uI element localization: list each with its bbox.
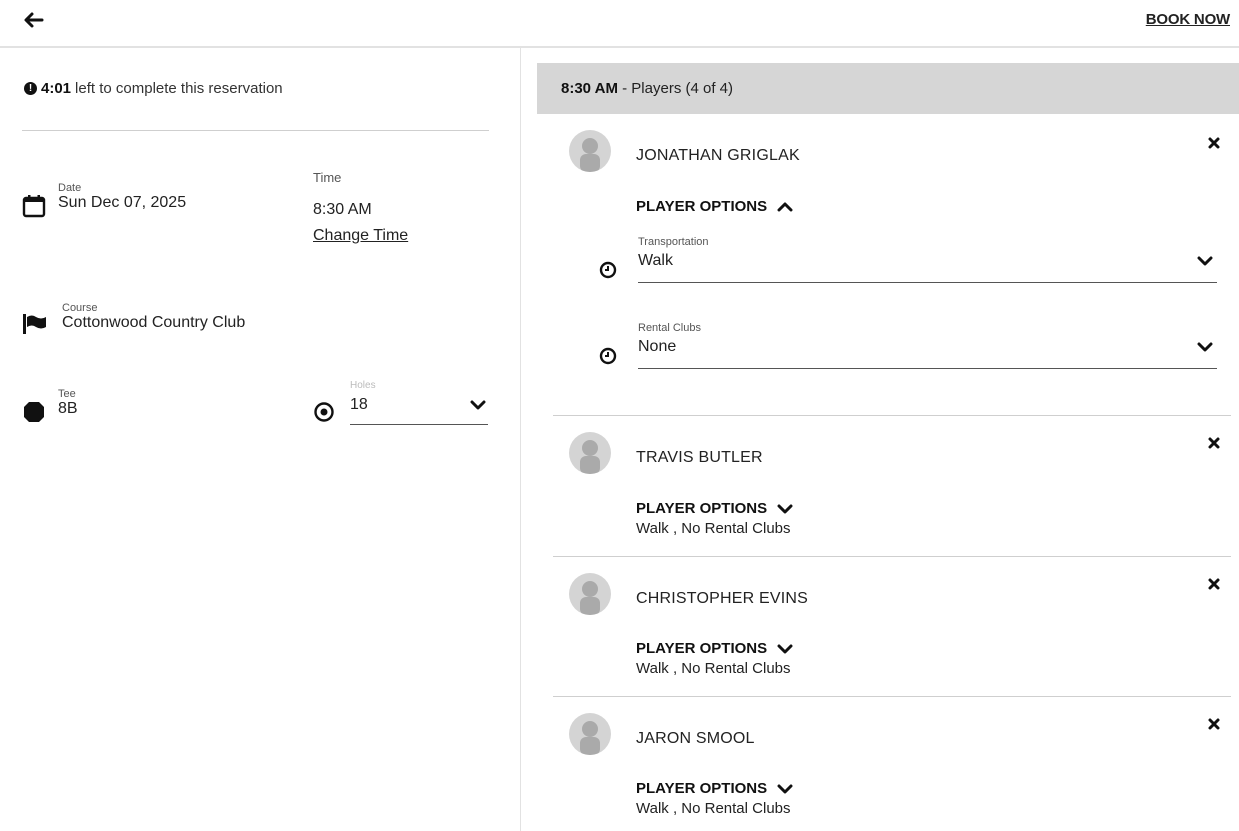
players-count: - Players (4 of 4) <box>622 80 734 97</box>
players-header: 8:30 AM - Players (4 of 4) <box>537 63 1239 114</box>
player-options-summary: Walk , No Rental Clubs <box>636 520 791 537</box>
player-options-label: PLAYER OPTIONS <box>636 198 768 215</box>
course-field: Course Cottonwood Country Club <box>22 302 245 336</box>
flag-icon <box>23 314 46 334</box>
divider <box>553 556 1231 557</box>
player-options-label: PLAYER OPTIONS <box>636 780 768 797</box>
player-options-summary: Walk , No Rental Clubs <box>636 800 791 817</box>
tee-label: Tee <box>58 388 76 400</box>
close-icon[interactable] <box>1207 136 1221 150</box>
player-options-toggle[interactable]: PLAYER OPTIONS <box>636 640 793 657</box>
chevron-down-icon <box>470 400 486 410</box>
holes-value: 18 <box>350 396 368 413</box>
time-field: Time 8:30 AM <box>313 170 372 219</box>
chevron-down-icon <box>777 784 793 793</box>
calendar-icon <box>22 195 46 218</box>
tee-field: Tee 8B <box>22 388 78 424</box>
avatar <box>569 130 611 172</box>
transportation-label: Transportation <box>638 236 709 248</box>
close-icon[interactable] <box>1207 717 1221 731</box>
holes-select[interactable]: Holes 18 <box>350 380 488 425</box>
divider <box>553 415 1231 416</box>
avatar <box>569 573 611 615</box>
player-name: JONATHAN GRIGLAK <box>636 147 800 164</box>
chevron-down-icon <box>777 644 793 653</box>
rental-clubs-select[interactable]: Rental Clubs None <box>638 322 1217 369</box>
close-icon[interactable] <box>1207 436 1221 450</box>
chevron-down-icon <box>1197 342 1213 352</box>
player-options-toggle[interactable]: PLAYER OPTIONS <box>636 500 793 517</box>
clock-icon <box>599 347 617 365</box>
rental-clubs-label: Rental Clubs <box>638 322 701 334</box>
date-value: Sun Dec 07, 2025 <box>58 194 187 211</box>
rental-clubs-value: None <box>638 338 677 355</box>
avatar <box>569 713 611 755</box>
player-card: TRAVIS BUTLER PLAYER OPTIONS Walk , No R… <box>553 432 1231 552</box>
transportation-value: Walk <box>638 252 673 269</box>
player-options-label: PLAYER OPTIONS <box>636 640 768 657</box>
course-value: Cottonwood Country Club <box>62 314 246 331</box>
player-options-summary: Walk , No Rental Clubs <box>636 660 791 677</box>
player-name: JARON SMOOL <box>636 730 755 747</box>
date-field: Date Sun Dec 07, 2025 <box>22 182 186 218</box>
divider <box>553 696 1231 697</box>
octagon-icon <box>24 402 44 422</box>
timer-text: left to complete this reservation <box>75 80 283 97</box>
player-options-toggle[interactable]: PLAYER OPTIONS <box>636 198 793 215</box>
player-card: JARON SMOOL PLAYER OPTIONS Walk , No Ren… <box>553 713 1231 831</box>
back-arrow-icon[interactable] <box>22 10 44 30</box>
column-divider <box>520 48 521 831</box>
chevron-down-icon <box>777 504 793 513</box>
tee-value: 8B <box>58 400 78 417</box>
info-icon: ! <box>24 82 37 95</box>
time-value: 8:30 AM <box>313 201 372 218</box>
transportation-select[interactable]: Transportation Walk <box>638 236 1217 283</box>
close-icon[interactable] <box>1207 577 1221 591</box>
avatar <box>569 432 611 474</box>
divider <box>22 130 489 131</box>
holes-label: Holes <box>350 380 376 391</box>
date-label: Date <box>58 182 82 194</box>
chevron-down-icon <box>1197 256 1213 266</box>
target-icon <box>314 402 334 422</box>
course-label: Course <box>62 302 98 314</box>
book-now-button[interactable]: BOOK NOW <box>1146 11 1230 28</box>
player-name: CHRISTOPHER EVINS <box>636 590 809 607</box>
time-label: Time <box>313 170 342 185</box>
reservation-timer: ! 4:01 left to complete this reservation <box>24 80 283 97</box>
clock-icon <box>599 261 617 279</box>
top-bar: BOOK NOW <box>0 0 1239 48</box>
tee-time: 8:30 AM <box>561 80 618 97</box>
player-name: TRAVIS BUTLER <box>636 449 763 466</box>
timer-countdown: 4:01 <box>41 80 72 97</box>
change-time-link[interactable]: Change Time <box>313 227 408 245</box>
chevron-up-icon <box>777 202 793 211</box>
player-card: CHRISTOPHER EVINS PLAYER OPTIONS Walk , … <box>553 573 1231 693</box>
player-options-label: PLAYER OPTIONS <box>636 500 768 517</box>
player-options-toggle[interactable]: PLAYER OPTIONS <box>636 780 793 797</box>
